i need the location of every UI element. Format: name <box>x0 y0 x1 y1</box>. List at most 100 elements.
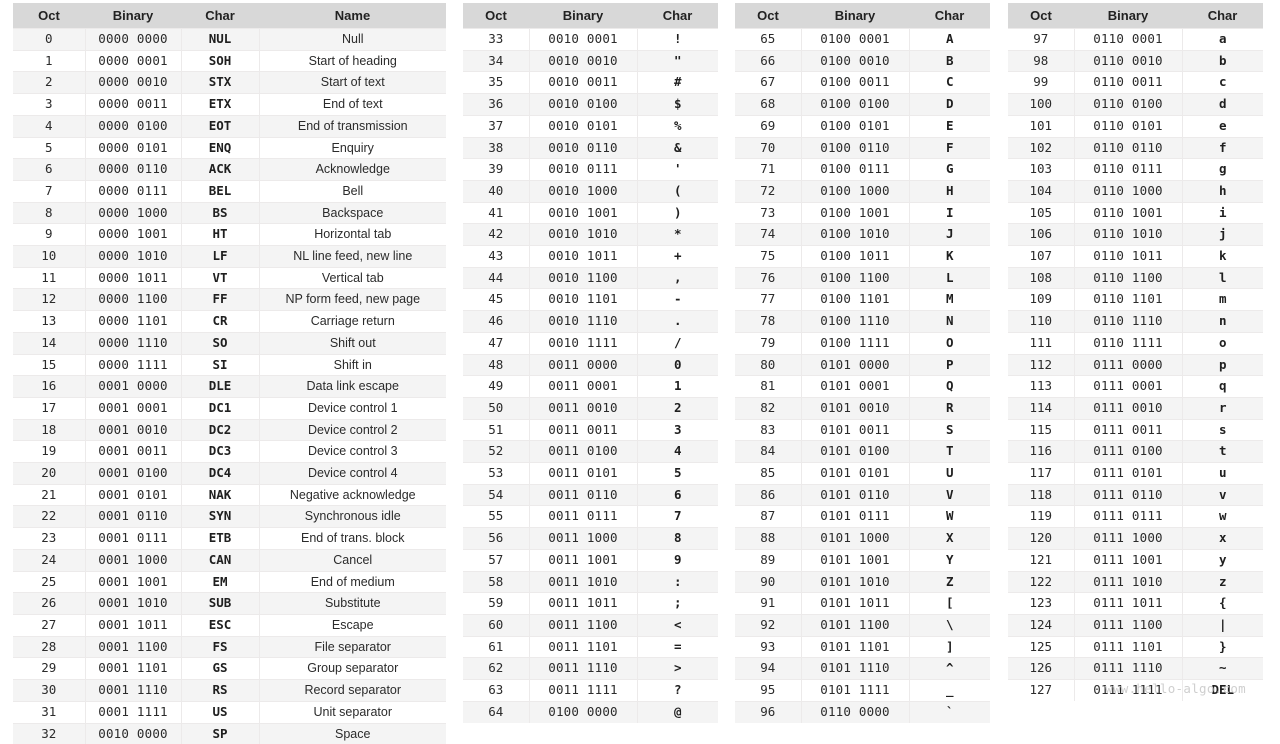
oct-value: 19 <box>13 440 86 463</box>
oct-value: 69 <box>735 114 802 138</box>
table-row: 5 0000 0101 ENQ Enquiry <box>13 136 446 159</box>
oct-value: 36 <box>463 93 530 116</box>
name-value: NL line feed, new line <box>259 245 446 268</box>
char-value: w <box>1182 505 1263 528</box>
table-row: 87 0101 0111 W <box>735 505 990 528</box>
binary-value: 0100 0000 <box>529 700 638 723</box>
table-row: 39 0010 0111 ' <box>463 158 718 181</box>
table-row: 114 0111 0010 r <box>1008 396 1263 420</box>
table-row: 11 0000 1011 VT Vertical tab <box>13 266 446 289</box>
name-value: Escape <box>259 613 446 637</box>
char-value: ETX <box>181 93 260 116</box>
binary-value: 0111 1100 <box>1074 613 1183 637</box>
table-row: 15 0000 1111 SI Shift in <box>13 353 446 376</box>
table-row: 25 0001 1001 EM End of medium <box>13 570 446 593</box>
oct-value: 0 <box>13 28 86 51</box>
oct-value: 68 <box>735 93 802 116</box>
table-row: 95 0101 1111 _ <box>735 679 990 702</box>
char-value: ( <box>637 179 718 203</box>
oct-value: 65 <box>735 28 802 51</box>
oct-value: 64 <box>463 700 530 723</box>
char-value: SUB <box>181 592 260 615</box>
binary-value: 0010 1101 <box>529 288 638 311</box>
binary-value: 0110 1100 <box>1074 266 1183 289</box>
char-value: VT <box>181 266 260 289</box>
char-value: ETB <box>181 527 260 550</box>
table-row: 113 0111 0001 q <box>1008 375 1263 398</box>
table-row: 100 0110 0100 d <box>1008 93 1263 116</box>
char-value: @ <box>637 700 718 723</box>
binary-value: 0010 0011 <box>529 71 638 94</box>
name-value: Horizontal tab <box>259 223 446 246</box>
char-value: \ <box>909 613 990 637</box>
binary-value: 0000 0010 <box>85 71 182 94</box>
table-row: 61 0011 1101 = <box>463 635 718 658</box>
oct-value: 30 <box>13 679 86 702</box>
char-value: / <box>637 331 718 355</box>
table-row: 75 0100 1011 K <box>735 245 990 268</box>
name-value: End of text <box>259 93 446 116</box>
char-value: Y <box>909 548 990 572</box>
name-value: Device control 3 <box>259 440 446 463</box>
table-row: 18 0001 0010 DC2 Device control 2 <box>13 418 446 441</box>
oct-value: 126 <box>1008 657 1075 680</box>
table-header-row: Oct Binary Char <box>1008 3 1263 29</box>
char-value: FF <box>181 288 260 311</box>
name-value: Space <box>259 722 446 744</box>
name-value: End of transmission <box>259 114 446 138</box>
binary-value: 0101 0010 <box>801 396 910 420</box>
binary-value: 0000 0011 <box>85 93 182 116</box>
oct-value: 106 <box>1008 223 1075 246</box>
binary-value: 0100 1100 <box>801 266 910 289</box>
binary-value: 0010 0010 <box>529 49 638 72</box>
binary-value: 0011 0010 <box>529 396 638 420</box>
char-value: GS <box>181 657 260 680</box>
table-row: 92 0101 1100 \ <box>735 613 990 637</box>
oct-value: 5 <box>13 136 86 159</box>
char-value: DLE <box>181 375 260 398</box>
oct-value: 93 <box>735 635 802 658</box>
oct-value: 2 <box>13 71 86 94</box>
oct-value: 80 <box>735 353 802 376</box>
binary-value: 0101 0100 <box>801 440 910 463</box>
table-row: 47 0010 1111/ <box>463 331 718 355</box>
name-value: Vertical tab <box>259 266 446 289</box>
oct-value: 10 <box>13 245 86 268</box>
table-row: 52 0011 0100 4 <box>463 440 718 463</box>
oct-value: 23 <box>13 527 86 550</box>
table-row: 120 0111 1000 x <box>1008 527 1263 550</box>
binary-value: 0110 1010 <box>1074 223 1183 246</box>
table-row: 89 0101 1001 Y <box>735 548 990 572</box>
oct-value: 112 <box>1008 353 1075 376</box>
table-row: 67 0100 0011 C <box>735 71 990 94</box>
oct-value: 78 <box>735 310 802 333</box>
oct-value: 104 <box>1008 179 1075 203</box>
binary-value: 0010 1010 <box>529 223 638 246</box>
oct-value: 124 <box>1008 613 1075 637</box>
oct-value: 50 <box>463 396 530 420</box>
table-row: 29 0001 1101 GS Group separator <box>13 657 446 680</box>
oct-value: 62 <box>463 657 530 680</box>
table-row: 3 0000 0011 ETX End of text <box>13 93 446 116</box>
table-row: 108 0110 1100 l <box>1008 266 1263 289</box>
char-value: BS <box>181 201 260 224</box>
oct-value: 1 <box>13 49 86 72</box>
char-value: , <box>637 266 718 289</box>
binary-value: 0110 0010 <box>1074 49 1183 72</box>
name-value: Start of heading <box>259 49 446 72</box>
table-row: 13 0000 1101 CR Carriage return <box>13 310 446 333</box>
binary-value: 0100 1001 <box>801 201 910 224</box>
table-row: 16 0001 0000 DLE Data link escape <box>13 375 446 398</box>
char-value: L <box>909 266 990 289</box>
oct-value: 89 <box>735 548 802 572</box>
oct-value: 108 <box>1008 266 1075 289</box>
oct-value: 85 <box>735 462 802 485</box>
char-value: f <box>1182 136 1263 159</box>
name-value: Device control 1 <box>259 396 446 420</box>
binary-value: 0011 1011 <box>529 592 638 615</box>
table-row: 79 0100 1111 O <box>735 331 990 355</box>
table-row: 17 0001 0001 DC1 Device control 1 <box>13 396 446 420</box>
table-row: 126 0111 1110 ~ <box>1008 657 1263 680</box>
oct-value: 76 <box>735 266 802 289</box>
name-value: Device control 4 <box>259 462 446 485</box>
